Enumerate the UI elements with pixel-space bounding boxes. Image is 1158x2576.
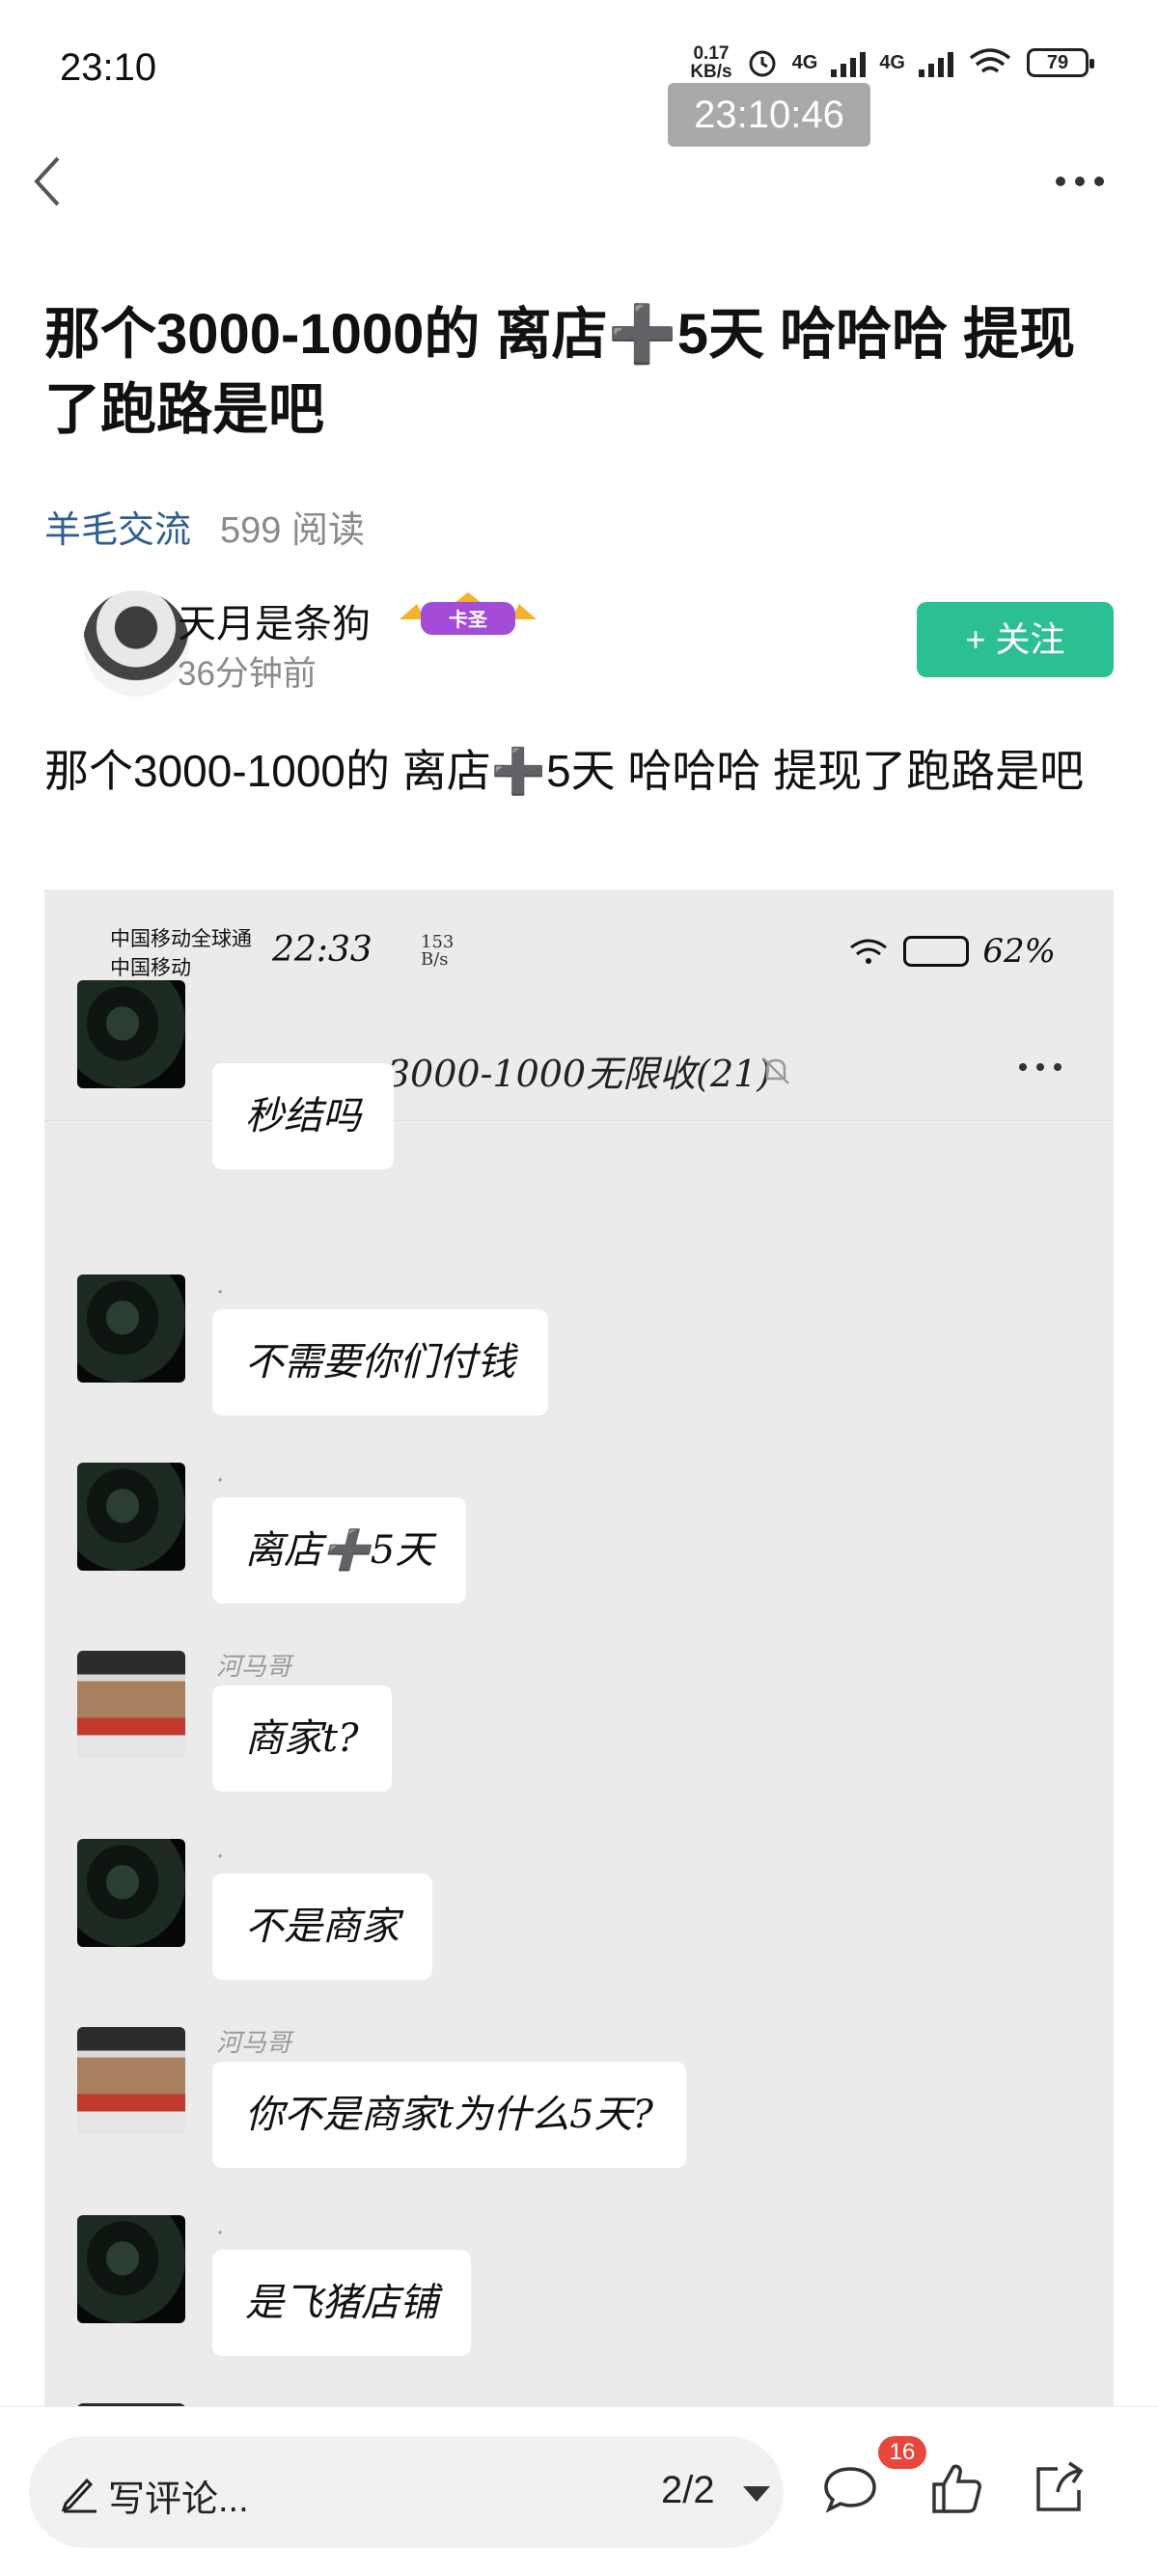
muted-bell-icon xyxy=(762,1057,789,1084)
status-time: 23:10 xyxy=(60,46,157,89)
chat-avatar xyxy=(77,2215,185,2323)
chat-header: 3000-1000无限收(21) xyxy=(44,1015,1114,1121)
network-type-1: 4G xyxy=(791,51,818,73)
comment-icon[interactable] xyxy=(816,2455,884,2523)
chat-avatar xyxy=(77,1274,185,1383)
signal-icon xyxy=(831,48,867,77)
share-icon[interactable] xyxy=(1025,2455,1092,2523)
chat-sender-name: 河马哥 xyxy=(216,2029,292,2058)
wifi-icon xyxy=(850,939,888,964)
post-image[interactable]: 中国移动全球通 中国移动 22:33 153 B/s 62% 3000-1000… xyxy=(44,890,1114,2414)
status-icons: 0.17 KB/s 4G 4G 79 xyxy=(690,44,1094,81)
network-speed: 0.17 KB/s xyxy=(690,44,731,81)
chat-bubble: 不需要你们付钱 xyxy=(212,1309,548,1415)
author-row: 天月是条狗 卡圣 36分钟前 + 关注 xyxy=(44,590,1114,697)
comment-count-badge: 16 xyxy=(878,2436,926,2469)
read-count: 599 阅读 xyxy=(220,510,365,551)
image-net-speed-unit: B/s xyxy=(421,949,449,970)
bottom-bar: 写评论... 2/2 16 xyxy=(0,2406,1158,2576)
image-time: 22:33 xyxy=(272,930,372,970)
chat-avatar xyxy=(77,2027,185,2135)
chat-bubble: 秒结吗 xyxy=(212,1063,394,1169)
image-carrier-line: 中国移动 xyxy=(110,956,191,979)
chat-avatar xyxy=(77,1463,185,1571)
chat-bubble: 离店➕5天 xyxy=(212,1497,467,1603)
chat-sender-name: . xyxy=(216,1459,225,1488)
image-status-icons: 62% xyxy=(847,932,1056,971)
post-time: 36分钟前 xyxy=(178,655,317,693)
chat-bubble: 你不是商家t为什么5天? xyxy=(212,2062,686,2168)
comment-input[interactable]: 写评论... 2/2 xyxy=(29,2436,784,2548)
network-type-2: 4G xyxy=(879,51,905,73)
author-badge-icon: 卡圣 xyxy=(400,592,537,635)
comment-placeholder: 写评论... xyxy=(108,2480,249,2520)
page-indicator[interactable]: 2/2 xyxy=(661,2469,715,2512)
back-icon[interactable] xyxy=(25,152,73,210)
battery-icon xyxy=(903,936,970,967)
more-options-button[interactable] xyxy=(1056,162,1114,201)
like-icon[interactable] xyxy=(923,2455,990,2523)
author-name[interactable]: 天月是条狗 xyxy=(178,592,371,648)
signal-icon xyxy=(919,48,953,77)
image-carrier-line: 中国移动全球通 xyxy=(110,927,252,950)
chat-more-icon xyxy=(1019,1063,1062,1071)
follow-button[interactable]: + 关注 xyxy=(917,602,1114,677)
chat-bubble: 是飞猪店铺 xyxy=(212,2250,471,2356)
image-battery-percent: 62% xyxy=(982,932,1056,971)
chat-sender-name: . xyxy=(216,1835,225,1864)
chat-bubble: 商家t? xyxy=(212,1685,392,1792)
chat-bubble: 不是商家 xyxy=(212,1874,432,1980)
image-status-bar: 中国移动全球通 中国移动 22:33 153 B/s 62% xyxy=(44,890,1114,1015)
battery-icon: 79 xyxy=(1027,48,1094,77)
wifi-icon xyxy=(969,48,1011,73)
alarm-icon xyxy=(749,50,776,77)
clock-overlay: 23:10:46 xyxy=(668,83,870,147)
chat-avatar xyxy=(77,1839,185,1947)
post-title: 那个3000-1000的 离店➕5天 哈哈哈 提现了跑路是吧 xyxy=(44,303,1076,441)
board-link[interactable]: 羊毛交流 xyxy=(44,500,191,553)
chat-avatar xyxy=(77,980,185,1088)
post-body: 那个3000-1000的 离店➕5天 哈哈哈 提现了跑路是吧 xyxy=(44,746,1085,796)
caret-down-icon[interactable] xyxy=(743,2486,770,2502)
chat-sender-name: . xyxy=(216,1271,225,1300)
network-speed-value: 0.17 xyxy=(693,43,730,64)
author-badge-label: 卡圣 xyxy=(449,609,488,631)
chat-sender-name: 河马哥 xyxy=(216,1653,292,1682)
chat-title: 3000-1000无限收(21) xyxy=(386,1053,772,1095)
status-bar: 23:10 0.17 KB/s 4G 4G 79 xyxy=(0,0,1158,125)
network-speed-unit: KB/s xyxy=(690,62,732,82)
image-net-speed: 153 B/s xyxy=(421,934,454,969)
author-avatar[interactable] xyxy=(83,590,189,697)
post-meta: 羊毛交流 599 阅读 xyxy=(44,500,365,553)
image-carrier: 中国移动全球通 中国移动 xyxy=(110,924,252,982)
chat-avatar xyxy=(77,1651,185,1759)
pen-icon xyxy=(61,2478,96,2513)
chat-sender-name: . xyxy=(216,2211,225,2240)
